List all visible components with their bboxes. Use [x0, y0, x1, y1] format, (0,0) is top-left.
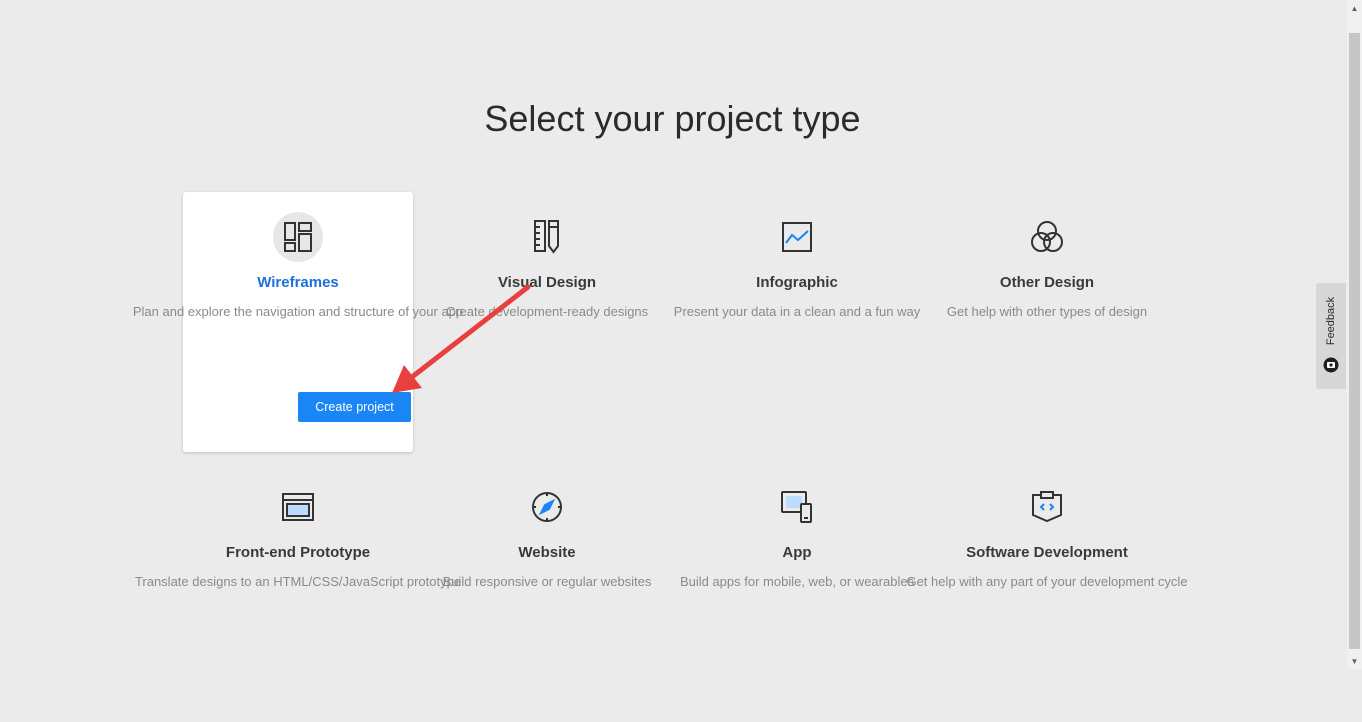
project-type-website[interactable]: Website Build responsive or regular webs…	[432, 462, 662, 722]
project-type-title: Infographic	[756, 274, 838, 291]
devices-icon	[772, 482, 822, 532]
overlapping-circles-icon	[1022, 212, 1072, 262]
scrollbar-thumb[interactable]	[1349, 33, 1360, 649]
compass-icon	[522, 482, 572, 532]
project-type-software-development[interactable]: Software Development Get help with any p…	[906, 462, 1188, 722]
project-type-description: Get help with other types of design	[946, 304, 1148, 319]
line-chart-icon	[772, 212, 822, 262]
vertical-scrollbar[interactable]: ▲ ▼	[1347, 0, 1362, 669]
scroll-up-arrow-icon[interactable]: ▲	[1347, 0, 1362, 16]
code-clipboard-icon	[1022, 482, 1072, 532]
create-project-button[interactable]: Create project	[298, 392, 411, 422]
project-type-title: Wireframes	[257, 274, 339, 291]
project-type-visual-design[interactable]: Visual Design Create development-ready d…	[432, 192, 662, 452]
project-type-app[interactable]: App Build apps for mobile, web, or weara…	[680, 462, 914, 722]
project-type-infographic[interactable]: Infographic Present your data in a clean…	[674, 192, 920, 452]
project-type-description: Get help with any part of your developme…	[906, 574, 1188, 589]
feedback-icon	[1323, 357, 1339, 373]
feedback-label: Feedback	[1325, 296, 1337, 346]
project-type-title: Front-end Prototype	[225, 544, 371, 561]
feedback-tab[interactable]: Feedback	[1316, 283, 1346, 389]
project-type-title: Website	[518, 544, 576, 561]
project-type-title: App	[782, 544, 812, 561]
scroll-down-arrow-icon[interactable]: ▼	[1347, 653, 1362, 669]
ruler-pencil-icon	[522, 212, 572, 262]
project-type-wireframes[interactable]: Wireframes Plan and explore the navigati…	[133, 192, 463, 452]
project-type-title: Other Design	[999, 274, 1095, 291]
project-type-title: Visual Design	[497, 274, 597, 291]
project-type-other-design[interactable]: Other Design Get help with other types o…	[932, 192, 1162, 452]
browser-window-icon	[273, 482, 323, 532]
project-type-front-end-prototype[interactable]: Front-end Prototype Translate designs to…	[135, 462, 461, 722]
page-title: Select your project type	[484, 98, 861, 139]
wireframes-icon	[273, 212, 323, 262]
project-type-title: Software Development	[966, 544, 1128, 561]
